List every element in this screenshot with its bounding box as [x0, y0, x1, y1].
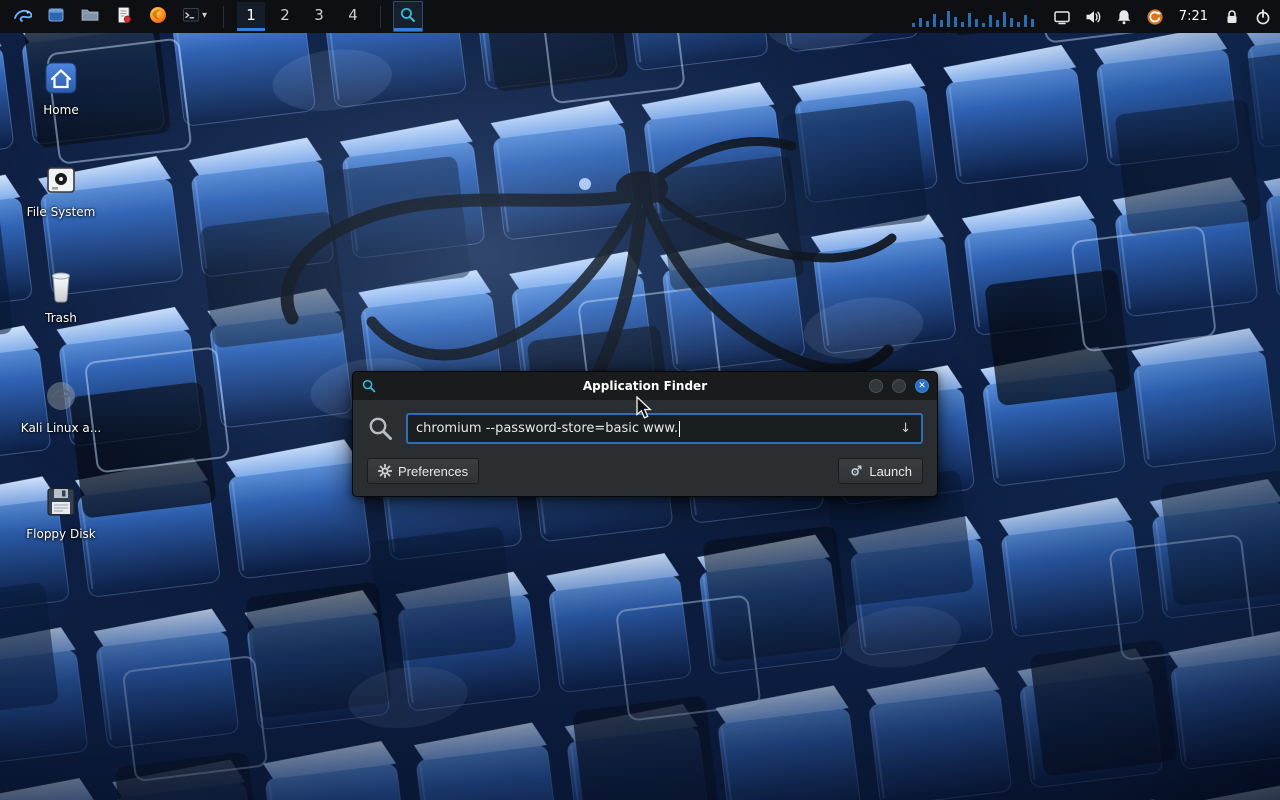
search-input-text: chromium --password-store=basic www.: [416, 421, 678, 436]
window-buttons: ✕: [869, 379, 929, 393]
workspace-4[interactable]: 4: [339, 2, 367, 31]
window-title: Application Finder: [353, 379, 937, 393]
folder-icon: [80, 5, 100, 25]
panel-clock[interactable]: 7:21: [1177, 9, 1210, 24]
window-app-launcher[interactable]: [42, 2, 70, 31]
desktop-icon-label: Floppy Disk: [26, 527, 96, 541]
finder-body: chromium --password-store=basic www. ↓ P…: [353, 400, 937, 496]
window-titlebar[interactable]: Application Finder ✕: [353, 372, 937, 400]
search-row: chromium --password-store=basic www. ↓: [367, 413, 923, 444]
desktop-icon-kali-docs[interactable]: Kali Linux a...: [15, 377, 107, 435]
terminal-launcher[interactable]: ▾: [178, 2, 210, 31]
launch-label: Launch: [869, 464, 912, 479]
panel-tray: 7:21: [910, 0, 1272, 33]
trash-icon: [44, 268, 78, 304]
preferences-button[interactable]: Preferences: [367, 458, 479, 484]
volume-icon[interactable]: [1084, 8, 1102, 26]
terminal-icon: [181, 5, 201, 25]
update-notifier-icon[interactable]: [1146, 8, 1164, 26]
desktop-icon-filesystem[interactable]: File System: [15, 161, 107, 219]
firefox-launcher[interactable]: [144, 2, 172, 31]
desktop-icon-label: Trash: [45, 311, 77, 325]
document-icon: [114, 5, 134, 25]
window-icon: [46, 5, 66, 25]
preferences-label: Preferences: [398, 464, 468, 479]
launch-icon: [849, 464, 863, 478]
app-finder-icon: [399, 6, 417, 24]
finder-actions: Preferences Launch: [367, 458, 923, 484]
chevron-down-icon[interactable]: ▾: [202, 10, 207, 21]
workspace-2[interactable]: 2: [271, 2, 299, 31]
floppy-icon: [43, 484, 79, 520]
kali-logo-icon: [12, 5, 32, 25]
desktop-icon-trash[interactable]: Trash: [15, 267, 107, 325]
panel-separator: [380, 6, 381, 28]
file-manager-launcher[interactable]: [76, 2, 104, 31]
panel-separator: [223, 6, 224, 28]
gear-icon: [378, 464, 392, 478]
notification-bell-icon[interactable]: [1115, 8, 1133, 26]
maximize-button[interactable]: [892, 379, 906, 393]
panel-launchers: ▾ 1 2 3 4: [8, 0, 422, 33]
desktop-icon-label: Kali Linux a...: [21, 421, 101, 435]
application-finder-window: Application Finder ✕ chromium --password…: [352, 371, 938, 497]
display-icon[interactable]: [1053, 8, 1071, 26]
search-input[interactable]: chromium --password-store=basic www. ↓: [406, 413, 923, 444]
kali-docs-icon: [43, 378, 79, 414]
close-button[interactable]: ✕: [915, 379, 929, 393]
top-panel: ▾ 1 2 3 4: [0, 0, 1280, 33]
system-monitor-graph[interactable]: [910, 6, 1040, 28]
desktop-icon-label: File System: [27, 205, 96, 219]
lock-icon[interactable]: [1223, 8, 1241, 26]
text-caret: [679, 421, 680, 437]
desktop-icon-home[interactable]: Home: [15, 59, 107, 117]
close-icon: ✕: [918, 382, 926, 391]
power-icon[interactable]: [1254, 8, 1272, 26]
workspace-1[interactable]: 1: [237, 2, 265, 31]
minimize-button[interactable]: [869, 379, 883, 393]
desktop-root: ▾ 1 2 3 4: [0, 0, 1280, 800]
workspace-3[interactable]: 3: [305, 2, 333, 31]
firefox-icon: [148, 5, 168, 25]
text-editor-launcher[interactable]: [110, 2, 138, 31]
launch-button[interactable]: Launch: [838, 458, 923, 484]
desktop-icon-label: Home: [43, 103, 78, 117]
app-finder-titlebar-icon: [361, 378, 377, 394]
history-dropdown-icon[interactable]: ↓: [898, 421, 913, 436]
kali-menu-button[interactable]: [8, 2, 36, 31]
home-icon: [43, 60, 79, 96]
taskbar-appfinder-button[interactable]: [394, 2, 422, 31]
drive-icon: [43, 162, 79, 198]
search-icon: [367, 415, 394, 442]
desktop-icon-floppy[interactable]: Floppy Disk: [15, 483, 107, 541]
